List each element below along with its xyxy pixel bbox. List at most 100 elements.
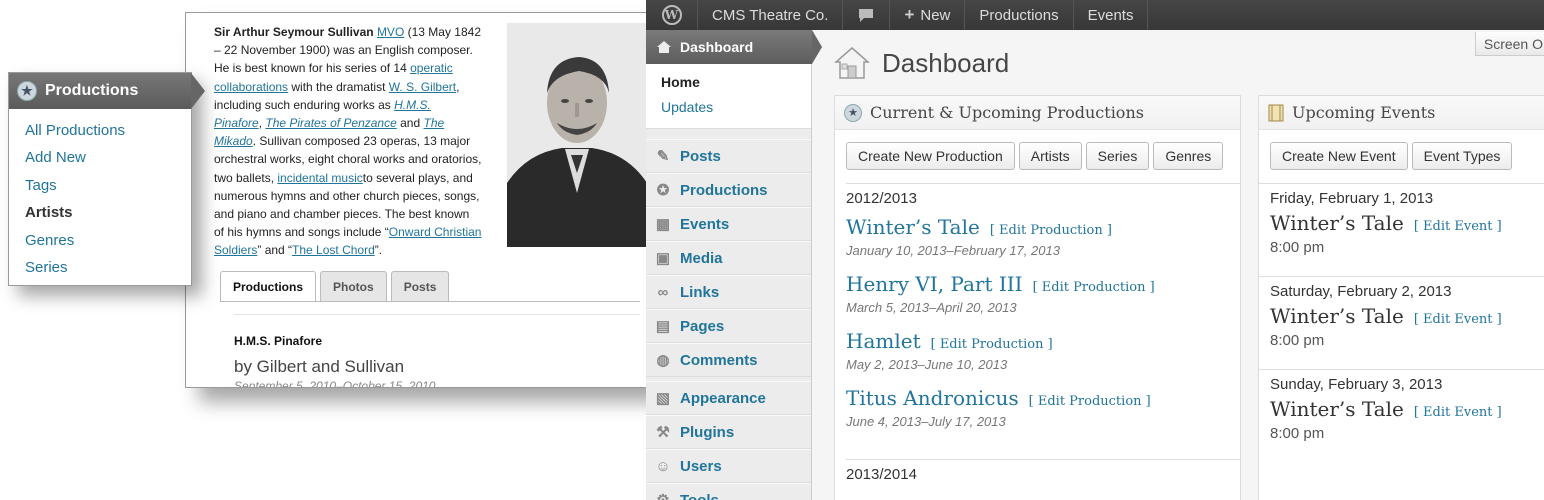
production-title-link[interactable]: Titus Andronicus <box>846 386 1019 410</box>
events-widget-header[interactable]: Upcoming Events <box>1259 96 1544 130</box>
production-dates: March 5, 2013–April 20, 2013 <box>846 300 1017 315</box>
events-widget-title: Upcoming Events <box>1292 103 1436 122</box>
tab-divider <box>220 301 640 302</box>
admin-bar: W CMS Theatre Co. + New Productions Even… <box>646 0 1544 30</box>
event-time: 8:00 pm <box>1270 332 1325 349</box>
bio-text-8: ” and “ <box>257 243 293 258</box>
tab-content-divider <box>234 314 640 315</box>
sidebar-item-plugins[interactable]: ⚒ Plugins <box>646 415 811 449</box>
tab-photos[interactable]: Photos <box>320 271 387 301</box>
sidebar-item-posts[interactable]: ✎ Posts <box>646 139 811 173</box>
series-button[interactable]: Series <box>1085 142 1150 170</box>
operatic-link[interactable]: operatic <box>410 61 453 75</box>
events-button-row: Create New Event Event Types <box>1259 130 1544 170</box>
sidebar-item-media[interactable]: ▣ Media <box>646 241 811 275</box>
edit-event-link[interactable]: [ Edit Event ] <box>1414 405 1502 420</box>
sidebar-item-dashboard[interactable]: Dashboard <box>646 30 822 64</box>
production-dates: May 2, 2013–June 10, 2013 <box>846 357 1008 372</box>
dashboard-content: Screen O Dashboard ★ Current & Upcoming … <box>834 30 1544 500</box>
production-title-link[interactable]: Hamlet <box>846 329 921 353</box>
lost-chord-link[interactable]: The Lost Chord <box>292 243 375 257</box>
create-new-production-button[interactable]: Create New Production <box>846 142 1015 170</box>
sidebar-dashboard-label: Dashboard <box>680 39 754 55</box>
bio-text-9: ”. <box>374 243 383 258</box>
event-time: 8:00 pm <box>1270 425 1325 442</box>
production-title-link[interactable]: Winter’s Tale <box>846 215 980 239</box>
sidebar-item-appearance[interactable]: ▧ Appearance <box>646 381 811 415</box>
sidebar-item-events[interactable]: ▦ Events <box>646 207 811 241</box>
tools-icon: ⚙ <box>654 491 672 500</box>
plus-icon: + <box>904 5 915 24</box>
sidebar-item-label: Plugins <box>680 423 735 441</box>
season-heading: 2012/2013 <box>846 190 917 207</box>
edit-event-link[interactable]: [ Edit Event ] <box>1414 312 1502 327</box>
sidebar-item-tools[interactable]: ⚙ Tools <box>646 483 811 500</box>
productions-widget-header[interactable]: ★ Current & Upcoming Productions <box>835 96 1240 130</box>
productions-star-icon: ★ <box>17 81 37 101</box>
sidebar-menu: ✎ Posts ✪ Productions ▦ Events ▣ Media ∞ Link… <box>646 139 811 500</box>
sidebar-item-label: Appearance <box>680 389 766 407</box>
sidebar-item-users[interactable]: ☺ Users <box>646 449 811 483</box>
dashboard-house-icon <box>834 47 870 79</box>
adminbar-productions-link[interactable]: Productions <box>965 0 1074 30</box>
sidebar-item-label: Media <box>680 249 723 267</box>
gilbert-link[interactable]: W. S. Gilbert <box>389 80 456 94</box>
screen-options-button[interactable]: Screen O <box>1474 32 1544 56</box>
sidebar-item-links[interactable]: ∞ Links <box>646 275 811 309</box>
artists-button[interactable]: Artists <box>1018 142 1082 170</box>
appearance-icon: ▧ <box>655 390 671 407</box>
edit-production-link[interactable]: [ Edit Production ] <box>931 337 1053 352</box>
media-icon: ▣ <box>655 250 671 267</box>
new-content-button[interactable]: + New <box>890 0 966 30</box>
pirates-link[interactable]: The Pirates of Penzance <box>265 116 396 130</box>
wp-logo-button[interactable]: W <box>646 0 698 30</box>
next-season-heading: 2013/2014 <box>846 466 917 483</box>
page-title-row: Dashboard <box>834 46 1009 80</box>
sidebar-item-pages[interactable]: ▤ Pages <box>646 309 811 343</box>
new-label: New <box>920 6 951 24</box>
genres-button[interactable]: Genres <box>1153 142 1224 170</box>
tab-productions[interactable]: Productions <box>220 271 317 302</box>
flyout-item-series[interactable]: Series <box>25 254 191 281</box>
flyout-item-genres[interactable]: Genres <box>25 227 191 254</box>
production-dates: June 4, 2013–July 17, 2013 <box>846 414 1006 429</box>
dashboard-house-icon <box>657 41 671 53</box>
flyout-header[interactable]: ★ Productions <box>9 73 205 109</box>
adminbar-events-link[interactable]: Events <box>1074 0 1149 30</box>
incidental-music-link[interactable]: incidental music <box>277 171 362 185</box>
comments-bubble-button[interactable] <box>843 0 891 30</box>
flyout-item-tags[interactable]: Tags <box>25 172 191 199</box>
flyout-submenu: All Productions Add New Tags Artists Gen… <box>9 109 191 281</box>
site-name-link[interactable]: CMS Theatre Co. <box>698 0 844 30</box>
sidebar-item-productions[interactable]: ✪ Productions <box>646 173 811 207</box>
flyout-item-artists[interactable]: Artists <box>25 199 191 226</box>
tab-posts[interactable]: Posts <box>390 271 450 301</box>
productions-widget-title: Current & Upcoming Productions <box>870 103 1144 122</box>
production-item: Titus Andronicus [ Edit Production ] June… <box>846 386 1240 429</box>
collaborations-link[interactable]: collaborations <box>214 80 288 94</box>
submenu-updates[interactable]: Updates <box>661 95 811 120</box>
sidebar-item-comments[interactable]: ◍ Comments <box>646 343 811 377</box>
event-day: Saturday, February 2, 2013 <box>1270 283 1452 300</box>
flyout-item-all-productions[interactable]: All Productions <box>25 117 191 144</box>
production-item: Winter’s Tale [ Edit Production ] January… <box>846 215 1240 258</box>
users-icon: ☺ <box>655 457 671 475</box>
mvo-link[interactable]: MVO <box>377 25 404 39</box>
productions-widget: ★ Current & Upcoming Productions Create … <box>834 95 1241 500</box>
event-item: Saturday, February 2, 2013 Winter’s Tale… <box>1259 276 1544 349</box>
event-title: Winter’s Tale <box>1270 304 1404 328</box>
production-item: Henry VI, Part III [ Edit Production ] Ma… <box>846 272 1240 315</box>
edit-event-link[interactable]: [ Edit Event ] <box>1414 219 1502 234</box>
create-new-event-button[interactable]: Create New Event <box>1270 142 1408 170</box>
edit-production-link[interactable]: [ Edit Production ] <box>990 223 1112 238</box>
calendar-icon: ▦ <box>655 216 671 233</box>
next-season-divider <box>846 459 1240 460</box>
event-types-button[interactable]: Event Types <box>1411 142 1513 170</box>
edit-production-link[interactable]: [ Edit Production ] <box>1033 280 1155 295</box>
production-title-link[interactable]: Henry VI, Part III <box>846 272 1023 296</box>
submenu-home[interactable]: Home <box>661 70 811 95</box>
sidebar-item-label: Links <box>680 283 720 301</box>
flyout-item-add-new[interactable]: Add New <box>25 144 191 171</box>
edit-production-link[interactable]: [ Edit Production ] <box>1029 394 1151 409</box>
productions-divider <box>846 183 1240 184</box>
